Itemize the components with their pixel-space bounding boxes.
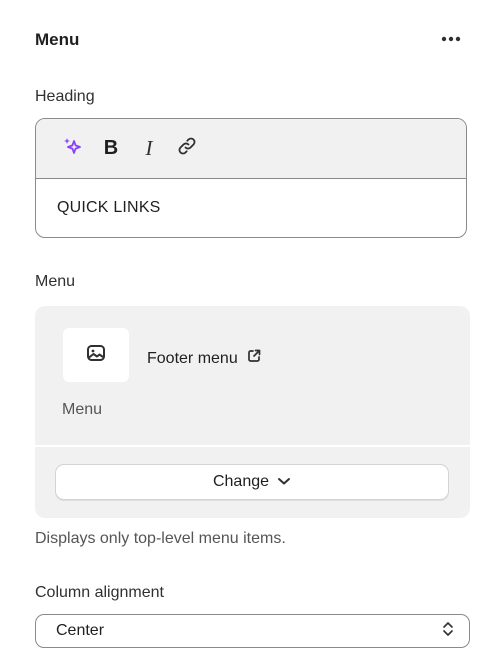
menu-picker-card: Footer menu Menu Change bbox=[35, 306, 470, 518]
sparkle-icon bbox=[63, 137, 83, 160]
bold-button[interactable]: B bbox=[94, 134, 128, 164]
menu-help-text: Displays only top-level menu items. bbox=[35, 530, 286, 547]
menu-thumbnail bbox=[63, 328, 129, 382]
heading-label: Heading bbox=[35, 88, 95, 105]
more-options-button[interactable] bbox=[436, 30, 466, 48]
change-menu-button[interactable]: Change bbox=[55, 464, 449, 500]
column-alignment-value: Center bbox=[56, 622, 105, 639]
selected-menu-name: Footer menu bbox=[147, 349, 238, 367]
link-button[interactable] bbox=[170, 134, 204, 164]
ai-generate-button[interactable] bbox=[56, 134, 90, 164]
heading-input[interactable]: QUICK LINKS bbox=[36, 179, 466, 237]
column-alignment-label: Column alignment bbox=[35, 584, 164, 601]
chevron-down-icon bbox=[277, 473, 291, 491]
panel-title: Menu bbox=[35, 30, 80, 49]
heading-editor: B I QUICK LINKS bbox=[35, 118, 467, 238]
menu-label: Menu bbox=[35, 273, 76, 290]
column-alignment-select[interactable]: Center bbox=[35, 614, 470, 648]
image-icon bbox=[85, 342, 107, 369]
external-link-icon bbox=[246, 348, 262, 369]
select-updown-icon bbox=[441, 620, 455, 643]
editor-toolbar: B I bbox=[36, 119, 466, 179]
selected-menu-link[interactable]: Footer menu bbox=[147, 348, 262, 369]
selected-menu-type: Menu bbox=[62, 401, 103, 418]
change-button-label: Change bbox=[212, 473, 270, 490]
italic-button[interactable]: I bbox=[132, 134, 166, 164]
divider bbox=[35, 445, 470, 447]
ellipsis-horizontal-icon bbox=[441, 36, 461, 42]
link-icon bbox=[176, 135, 198, 162]
